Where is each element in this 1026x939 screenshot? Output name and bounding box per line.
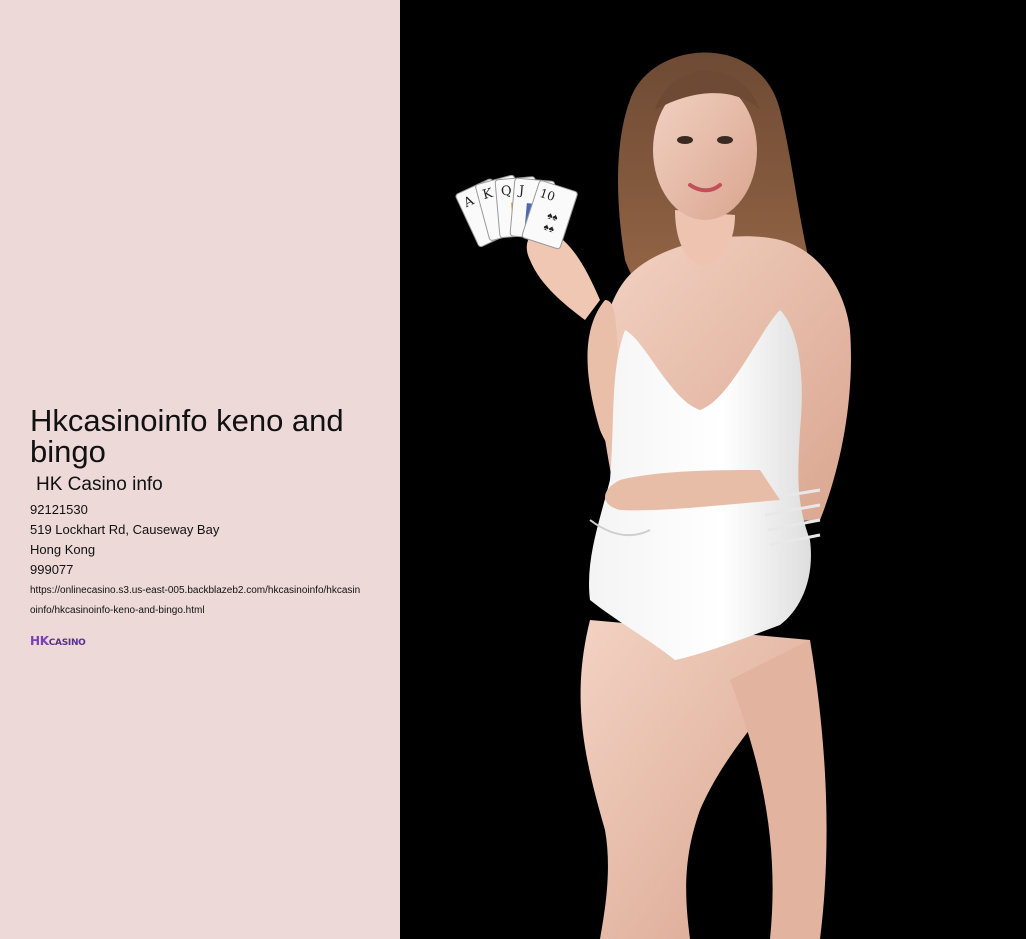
model-with-cards-illustration: A ♠ K ♠ Q J bbox=[455, 52, 851, 939]
hero-image: A ♠ K ♠ Q J bbox=[400, 0, 1026, 939]
info-panel: Hkcasinoinfo keno and bingo HK Casino in… bbox=[0, 0, 400, 939]
logo-casino-text: CASINO bbox=[48, 638, 86, 648]
playing-cards: A ♠ K ♠ Q J bbox=[455, 174, 578, 250]
street-address: 519 Lockhart Rd, Causeway Bay bbox=[30, 522, 220, 537]
hk-casino-logo[interactable]: HKCASINO bbox=[30, 634, 86, 648]
logo-hk-text: HK bbox=[30, 634, 49, 648]
postal-code: 999077 bbox=[30, 562, 74, 577]
page: Hkcasinoinfo keno and bingo HK Casino in… bbox=[0, 0, 1026, 939]
phone-number: 92121530 bbox=[30, 502, 88, 517]
hand bbox=[526, 230, 600, 320]
business-name: HK Casino info bbox=[36, 474, 163, 495]
city: Hong Kong bbox=[30, 542, 96, 557]
page-title: Hkcasinoinfo keno and bingo bbox=[30, 403, 344, 469]
card-label: Q bbox=[500, 184, 512, 200]
page-url-link[interactable]: https://onlinecasino.s3.us-east-005.back… bbox=[30, 581, 365, 621]
business-info: Hkcasinoinfo keno and bingo HK Casino in… bbox=[30, 405, 370, 650]
